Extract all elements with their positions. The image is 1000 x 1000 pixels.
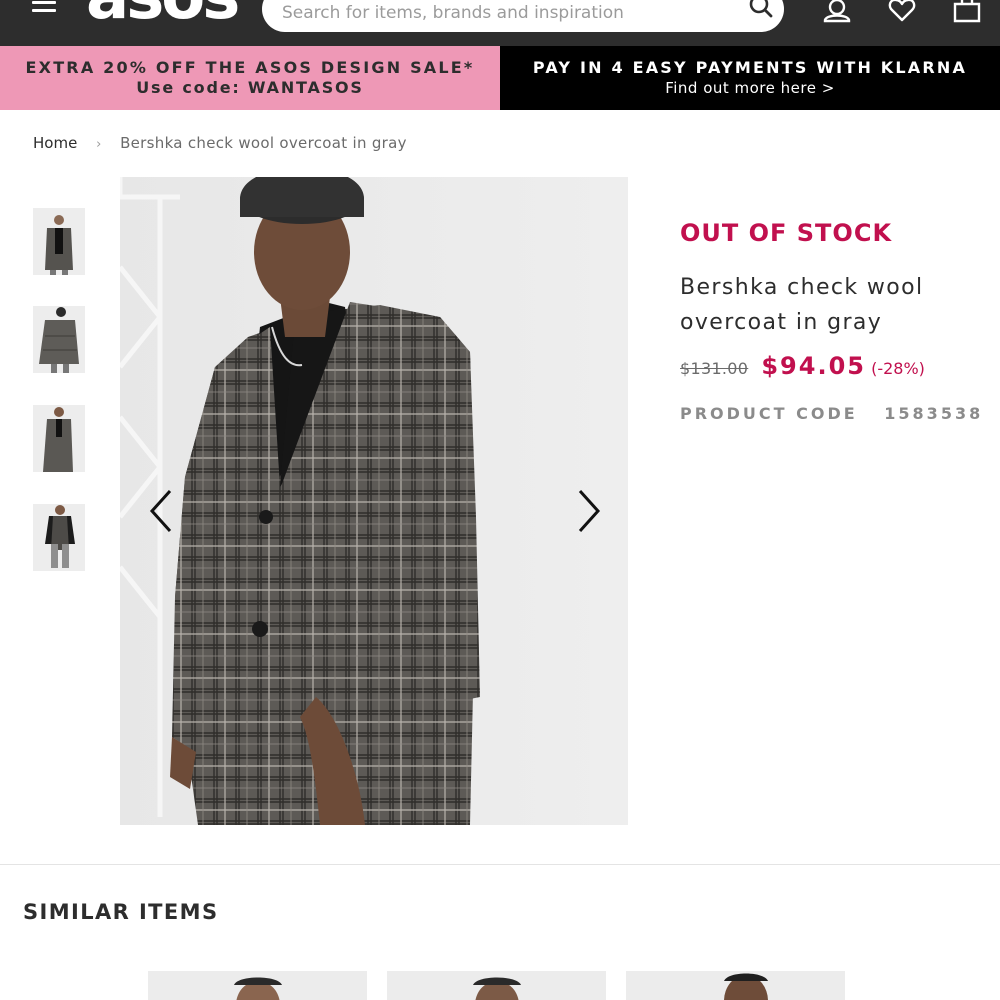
menu-icon[interactable] — [32, 0, 58, 20]
previous-image-arrow[interactable] — [142, 481, 182, 541]
product-title-line1: Bershka check wool — [680, 275, 924, 300]
price-row: $131.00 $94.05 (-28%) — [680, 352, 925, 380]
search-input[interactable] — [282, 0, 732, 32]
product-code: PRODUCT CODE 1583538 — [680, 404, 983, 423]
next-image-arrow[interactable] — [568, 481, 608, 541]
product-thumbnail[interactable] — [33, 405, 85, 472]
stock-status: OUT OF STOCK — [680, 219, 893, 247]
breadcrumb-current: Bershka check wool overcoat in gray — [120, 134, 407, 152]
promo-klarna-link[interactable]: Find out more here > — [500, 78, 1000, 98]
product-photo — [120, 177, 628, 825]
product-code-value: 1583538 — [884, 404, 984, 423]
bag-icon[interactable] — [952, 0, 982, 26]
search-icon[interactable] — [746, 0, 776, 28]
promo-klarna-banner[interactable]: PAY IN 4 EASY PAYMENTS WITH KLARNA Find … — [500, 46, 1000, 110]
breadcrumb-home-link[interactable]: Home — [33, 134, 77, 152]
breadcrumb-separator: › — [96, 137, 102, 152]
product-title: Bershka check wool overcoat in gray — [680, 270, 980, 340]
original-price: $131.00 — [680, 359, 749, 378]
product-thumbnail[interactable] — [33, 306, 85, 373]
promo-klarna-headline: PAY IN 4 EASY PAYMENTS WITH KLARNA — [532, 58, 968, 77]
similar-item-card[interactable] — [626, 971, 845, 1000]
promo-sale-banner[interactable]: EXTRA 20% OFF THE ASOS DESIGN SALE* Use … — [0, 46, 500, 110]
heart-icon[interactable] — [887, 0, 917, 26]
logo[interactable]: asos — [86, 0, 240, 29]
breadcrumb: Home › Bershka check wool overcoat in gr… — [33, 134, 407, 152]
similar-items-title: SIMILAR ITEMS — [23, 900, 219, 924]
product-code-label: PRODUCT CODE — [680, 404, 858, 423]
similar-item-card[interactable] — [148, 971, 367, 1000]
search-bar — [262, 0, 784, 32]
sale-price: $94.05 — [761, 352, 866, 380]
similar-item-card[interactable] — [387, 971, 606, 1000]
section-divider — [0, 864, 1000, 865]
product-thumbnail[interactable] — [33, 208, 85, 275]
product-title-line2: overcoat in gray — [680, 310, 883, 335]
discount-percent: (-28%) — [871, 359, 925, 378]
promo-sale-headline: EXTRA 20% OFF THE ASOS DESIGN SALE* — [25, 58, 475, 77]
promo-sale-code: Use code: WANTASOS — [136, 78, 364, 97]
product-thumbnail[interactable] — [33, 504, 85, 571]
top-bar: asos — [0, 0, 1000, 46]
account-icon[interactable] — [822, 0, 852, 26]
product-main-image — [120, 177, 628, 825]
